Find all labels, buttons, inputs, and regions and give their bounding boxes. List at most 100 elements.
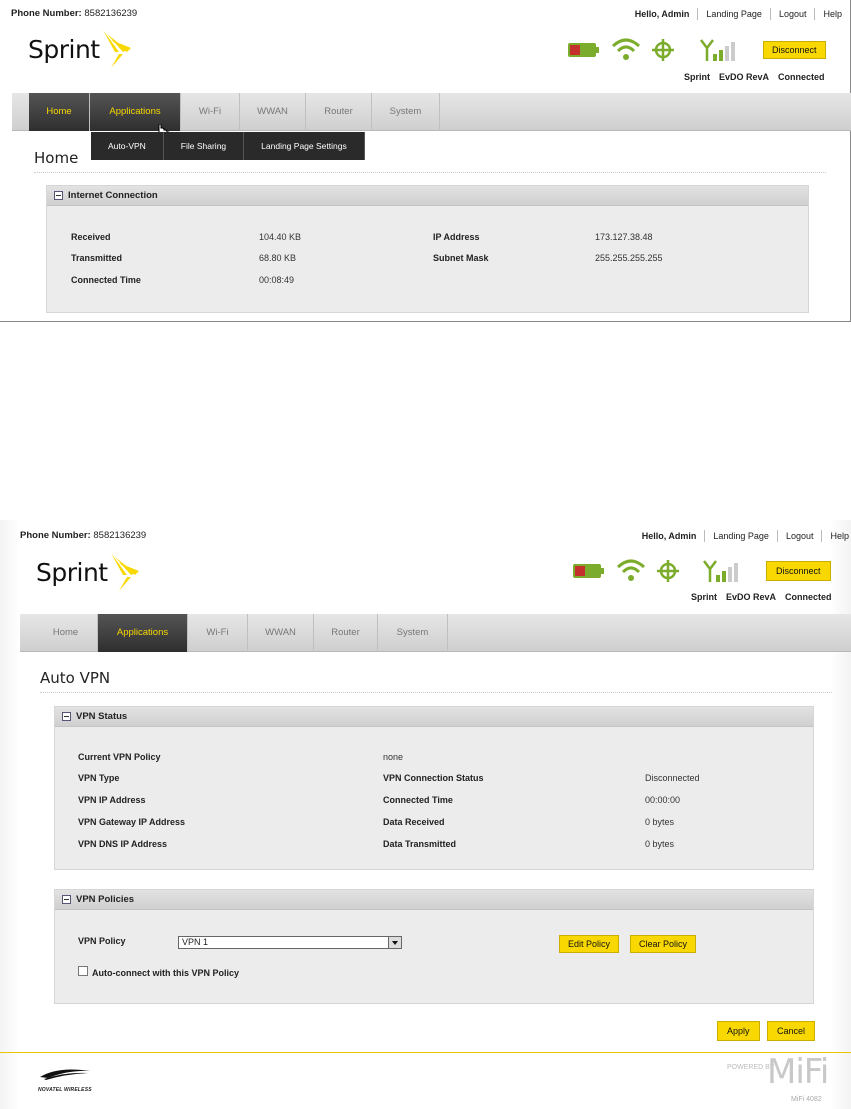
vpn-connection-status-value: Disconnected xyxy=(645,773,700,783)
wifi-icon xyxy=(611,38,641,60)
novatel-text: NOVATEL WIRELESS xyxy=(38,1087,92,1093)
gps-icon xyxy=(657,560,679,582)
tab-wwan[interactable]: WWAN xyxy=(248,614,314,652)
connected-time-label: Connected Time xyxy=(383,795,453,805)
landing-page-link[interactable]: Landing Page xyxy=(704,530,777,542)
status-icons: Disconnect xyxy=(567,38,826,62)
sprint-swoosh-icon xyxy=(110,553,139,591)
data-received-label: Data Received xyxy=(383,817,445,827)
top-bar: Phone Number: 8582136239 Hello, Admin La… xyxy=(0,530,851,550)
battery-icon xyxy=(568,43,599,57)
collapse-icon[interactable] xyxy=(62,895,71,904)
wifi-icon xyxy=(616,559,646,581)
submenu-auto-vpn[interactable]: Auto-VPN xyxy=(91,132,164,160)
ip-address-value: 173.127.38.48 xyxy=(595,232,653,242)
data-transmitted-value: 0 bytes xyxy=(645,839,675,849)
sprint-logo: Sprint xyxy=(36,553,141,591)
main-nav: Home Applications Wi-Fi WWAN Router Syst… xyxy=(12,93,851,131)
vpn-type-label: VPN Type xyxy=(78,773,120,783)
help-link[interactable]: Help xyxy=(821,530,851,542)
apply-button[interactable]: Apply xyxy=(717,1021,760,1041)
panel-header[interactable]: Internet Connection xyxy=(47,186,808,206)
top-links: Hello, Admin Landing Page Logout Help xyxy=(634,530,851,542)
footer-divider xyxy=(0,1052,851,1053)
vpn-connection-status-label: VPN Connection Status xyxy=(383,773,484,783)
novatel-logo: NOVATEL WIRELESS xyxy=(38,1068,92,1093)
tab-home[interactable]: Home xyxy=(29,93,90,131)
tab-system[interactable]: System xyxy=(372,93,440,131)
panel-header[interactable]: VPN Policies xyxy=(55,890,813,910)
subnet-mask-label: Subnet Mask xyxy=(433,253,489,263)
vpn-status-panel: VPN Status Current VPN Policy none VPN T… xyxy=(54,706,814,870)
connection-status: Sprint EvDO RevA Connected xyxy=(684,72,825,82)
tab-wifi[interactable]: Wi-Fi xyxy=(181,93,240,131)
submenu-landing-page-settings[interactable]: Landing Page Settings xyxy=(244,132,365,160)
ip-address-label: IP Address xyxy=(433,232,480,242)
vpn-dns-label: VPN DNS IP Address xyxy=(78,839,168,849)
screenshot-auto-vpn: Phone Number: 8582136239 Hello, Admin La… xyxy=(0,520,851,1109)
title-divider xyxy=(40,692,832,693)
edit-policy-button[interactable]: Edit Policy xyxy=(559,935,620,953)
collapse-icon[interactable] xyxy=(62,712,71,721)
submenu-file-sharing[interactable]: File Sharing xyxy=(164,132,245,160)
vpn-policies-panel: VPN Policies VPN Policy VPN 1 Edit Polic… xyxy=(54,889,814,1004)
collapse-icon[interactable] xyxy=(54,191,63,200)
connected-time-value: 00:00:00 xyxy=(645,795,681,805)
panel-header[interactable]: VPN Status xyxy=(55,707,813,727)
tab-wwan[interactable]: WWAN xyxy=(240,93,306,131)
current-vpn-policy-value: none xyxy=(383,752,404,762)
help-link[interactable]: Help xyxy=(814,8,850,20)
received-label: Received xyxy=(71,232,111,242)
vpn-policy-select[interactable]: VPN 1 xyxy=(178,936,402,949)
data-received-value: 0 bytes xyxy=(645,817,675,827)
sprint-swoosh-icon xyxy=(102,30,131,68)
tab-router[interactable]: Router xyxy=(306,93,372,131)
tab-home[interactable]: Home xyxy=(34,614,98,652)
connected-time-label: Connected Time xyxy=(71,275,141,285)
status-icons: Disconnect xyxy=(572,559,831,583)
vpn-gateway-label: VPN Gateway IP Address xyxy=(78,817,186,827)
dropdown-arrow-icon[interactable] xyxy=(388,937,401,948)
vpn-ip-address-label: VPN IP Address xyxy=(78,795,146,805)
title-divider xyxy=(34,172,826,173)
tab-router[interactable]: Router xyxy=(314,614,378,652)
disconnect-button[interactable]: Disconnect xyxy=(763,41,826,59)
novatel-swoosh-icon xyxy=(40,1069,90,1080)
clear-policy-button[interactable]: Clear Policy xyxy=(630,935,697,953)
logout-link[interactable]: Logout xyxy=(776,530,822,542)
transmitted-value: 68.80 KB xyxy=(259,253,297,263)
mifi-text: MiFi xyxy=(767,1052,829,1092)
gps-icon xyxy=(652,39,674,61)
screenshot-home: Phone Number: 8582136239 Hello, Admin La… xyxy=(0,0,851,322)
autoconnect-checkbox[interactable] xyxy=(78,966,88,976)
tab-applications[interactable]: Applications xyxy=(98,614,188,652)
autoconnect-label: Auto-connect with this VPN Policy xyxy=(92,968,240,978)
cancel-button[interactable]: Cancel xyxy=(767,1021,816,1041)
vpn-policy-label: VPN Policy xyxy=(78,936,126,946)
main-nav: Home Applications Wi-Fi WWAN Router Syst… xyxy=(20,614,851,652)
hello-admin: Hello, Admin xyxy=(641,531,697,541)
tab-wifi[interactable]: Wi-Fi xyxy=(188,614,248,652)
signal-icon xyxy=(700,39,735,61)
applications-submenu: Auto-VPN File Sharing Landing Page Setti… xyxy=(91,132,365,160)
logout-link[interactable]: Logout xyxy=(769,8,815,20)
battery-icon xyxy=(573,564,604,578)
internet-connection-panel: Internet Connection Received 104.40 KB T… xyxy=(46,185,809,313)
page-title: Home xyxy=(34,149,79,167)
connected-time-value: 00:08:49 xyxy=(259,275,295,285)
connection-status: Sprint EvDO RevA Connected xyxy=(691,592,832,602)
top-bar: Phone Number: 8582136239 Hello, Admin La… xyxy=(0,8,850,28)
model-text: MiFi 4082 xyxy=(791,1096,822,1103)
hello-admin: Hello, Admin xyxy=(634,9,690,19)
disconnect-button[interactable]: Disconnect xyxy=(766,561,831,581)
landing-page-link[interactable]: Landing Page xyxy=(697,8,770,20)
phone-number: Phone Number: 8582136239 xyxy=(20,530,147,541)
page-title: Auto VPN xyxy=(40,669,111,687)
received-value: 104.40 KB xyxy=(259,232,302,242)
subnet-mask-value: 255.255.255.255 xyxy=(595,253,663,263)
sprint-logo: Sprint xyxy=(28,30,133,68)
top-links: Hello, Admin Landing Page Logout Help xyxy=(627,8,850,20)
transmitted-label: Transmitted xyxy=(71,253,123,263)
tab-system[interactable]: System xyxy=(378,614,448,652)
current-vpn-policy-label: Current VPN Policy xyxy=(78,752,161,762)
